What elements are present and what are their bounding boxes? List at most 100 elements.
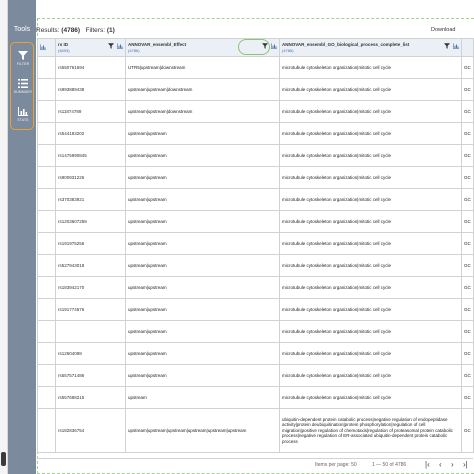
table-row[interactable]: rs557571486 upstream|upstream microtubule … (37, 364, 474, 387)
go-process-cell: microtubule cytoskeleton organization|mi… (279, 166, 462, 189)
go-process-cell: microtubule cytoskeleton organization|mi… (279, 298, 462, 321)
scrollbar-thumb[interactable] (1, 452, 6, 466)
effect-cell: upstream|upstream (125, 188, 280, 211)
stats-icon[interactable] (271, 43, 277, 49)
last-page-icon[interactable]: ›| (463, 460, 468, 469)
column-header-go-process[interactable]: ANNOVAR_ensembl_GO_biological_process_co… (279, 38, 462, 57)
go-process-cell: microtubule cytoskeleton organization|mi… (279, 320, 462, 343)
effect-cell: upstream|upstream|downstream (125, 78, 280, 101)
tool-stats-label: STATS (17, 118, 29, 122)
effect-cell: upstream|upstream (125, 166, 280, 189)
next-column-cell: GC (461, 342, 474, 365)
row-stats-cell (37, 188, 56, 211)
rsid-cell: rs544183202 (55, 122, 126, 145)
row-stats-cell (37, 386, 56, 409)
next-column-cell: GC (461, 386, 474, 409)
first-page-icon[interactable]: |‹ (425, 460, 430, 469)
prev-page-icon[interactable]: ‹ (439, 460, 442, 469)
rsid-cell: rs191975256 (55, 232, 126, 255)
tool-filter-label: FILTER (16, 62, 30, 66)
table-row[interactable]: rs527943018 upstream|upstream microtubule … (37, 254, 474, 277)
go-process-cell: microtubule cytoskeleton organization|mi… (279, 276, 462, 299)
row-stats-cell (37, 210, 56, 233)
go-process-cell: microtubule cytoskeleton organization|mi… (279, 100, 462, 123)
effect-cell: upstream|upstream (125, 342, 280, 365)
effect-cell: UTR5|upstream|downstream (125, 56, 280, 79)
table-row[interactable]: rs557688215 upstream microtubule cytoskele… (37, 386, 474, 409)
go-process-cell: microtubule cytoskeleton organization|mi… (279, 122, 462, 145)
table-row[interactable]: rs370383921 upstream|upstream microtubule … (37, 188, 474, 211)
rsid-cell: rs191774676 (55, 298, 126, 321)
next-column-cell: GC (461, 78, 474, 101)
table-row[interactable]: rs550761694 UTR5|upstream|downstream micro… (37, 56, 474, 79)
rsid-cell: rs1203607258 (55, 210, 126, 233)
column-header-next[interactable] (461, 38, 474, 57)
filters-count: (1) (106, 27, 115, 34)
column-name: rs ID (58, 42, 69, 47)
left-panel-edge (0, 0, 8, 474)
table-row[interactable]: upstream|upstream microtubule cytoskeleto… (37, 320, 474, 343)
table-row[interactable]: rs900931226 upstream|upstream microtubule … (37, 166, 474, 189)
next-column-cell: GC (461, 144, 474, 167)
effect-cell: upstream|upstream (125, 276, 280, 299)
next-page-icon[interactable]: › (451, 460, 454, 469)
results-table: rs ID (4693) ANNOVAR_ensembl_Effect (478… (37, 38, 474, 453)
stats-icon (18, 107, 28, 116)
tool-stats-button[interactable]: STATS (11, 107, 35, 122)
effect-cell: upstream|upstream (125, 122, 280, 145)
tool-summary-label: SUMMARY (13, 90, 33, 94)
table-row[interactable]: rs12604088 upstream|upstream microtubule c… (37, 342, 474, 365)
stats-column-header[interactable] (37, 38, 56, 57)
row-stats-cell (37, 56, 56, 79)
tool-filter-button[interactable]: FILTER (11, 51, 35, 66)
column-count: (4786) (282, 48, 294, 53)
table-row[interactable]: rs183942170 upstream|upstream microtubule … (37, 276, 474, 299)
row-stats-cell (37, 298, 56, 321)
summary-list-icon (18, 79, 28, 88)
stats-icon[interactable] (117, 43, 123, 49)
results-count: (4786) (61, 27, 81, 34)
go-process-cell: microtubule cytoskeleton organization|mi… (279, 386, 462, 409)
go-process-cell: microtubule cytoskeleton organization|mi… (279, 364, 462, 387)
go-process-cell: microtubule cytoskeleton organization|mi… (279, 210, 462, 233)
tool-summary-button[interactable]: SUMMARY (11, 79, 35, 94)
stats-icon[interactable] (453, 43, 459, 49)
filter-icon[interactable] (444, 43, 450, 49)
row-stats-cell (37, 232, 56, 255)
table-row[interactable]: rs11874789 upstream|upstream|downstream mi… (37, 100, 474, 123)
effect-cell: upstream|upstream (125, 320, 280, 343)
rsid-cell: rs557571486 (55, 364, 126, 387)
column-header-rsid[interactable]: rs ID (4693) (55, 38, 126, 57)
next-column-cell: GC (461, 122, 474, 145)
row-stats-cell (37, 408, 56, 453)
go-process-cell: microtubule cytoskeleton organization|mi… (279, 144, 462, 167)
effect-cell: upstream|upstream (125, 144, 280, 167)
filter-icon[interactable] (108, 43, 114, 49)
table-row[interactable]: rs1475990845 upstream|upstream microtubule… (37, 144, 474, 167)
rsid-cell (55, 320, 126, 343)
table-row[interactable]: rs1203607258 upstream|upstream microtubule… (37, 210, 474, 233)
go-process-cell: microtubule cytoskeleton organization|mi… (279, 188, 462, 211)
next-column-cell: GC (461, 276, 474, 299)
tools-title: Tools (13, 26, 31, 33)
effect-cell: upstream|upstream (125, 232, 280, 255)
filter-icon (18, 51, 28, 60)
column-name: ANNOVAR_ensembl_GO_biological_process_co… (282, 42, 410, 47)
go-process-cell: ubiquitin-dependent protein catabolic pr… (279, 408, 462, 453)
table-row[interactable]: rs993889438 upstream|upstream|downstream m… (37, 78, 474, 101)
table-row[interactable]: rs191774676 upstream|upstream microtubule … (37, 298, 474, 321)
effect-cell: upstream|upstream (125, 254, 280, 277)
row-stats-cell (37, 166, 56, 189)
rsid-cell: rs550761694 (55, 56, 126, 79)
next-column-cell: GC (461, 100, 474, 123)
column-name: ANNOVAR_ensembl_Effect (128, 42, 187, 47)
table-row[interactable]: rs191975256 upstream|upstream microtubule … (37, 232, 474, 255)
go-process-cell: microtubule cytoskeleton organization|mi… (279, 254, 462, 277)
row-stats-cell (37, 100, 56, 123)
table-row[interactable]: rs182836754 upstream|upstream|upstream|up… (37, 408, 474, 453)
table-row[interactable]: rs544183202 upstream|upstream microtubule … (37, 122, 474, 145)
row-stats-cell (37, 320, 56, 343)
results-summary: Results: (4786) Filters: (1) (36, 27, 115, 34)
items-per-page[interactable]: Items per page: 50 (315, 462, 357, 468)
download-button[interactable]: Download (431, 27, 455, 33)
